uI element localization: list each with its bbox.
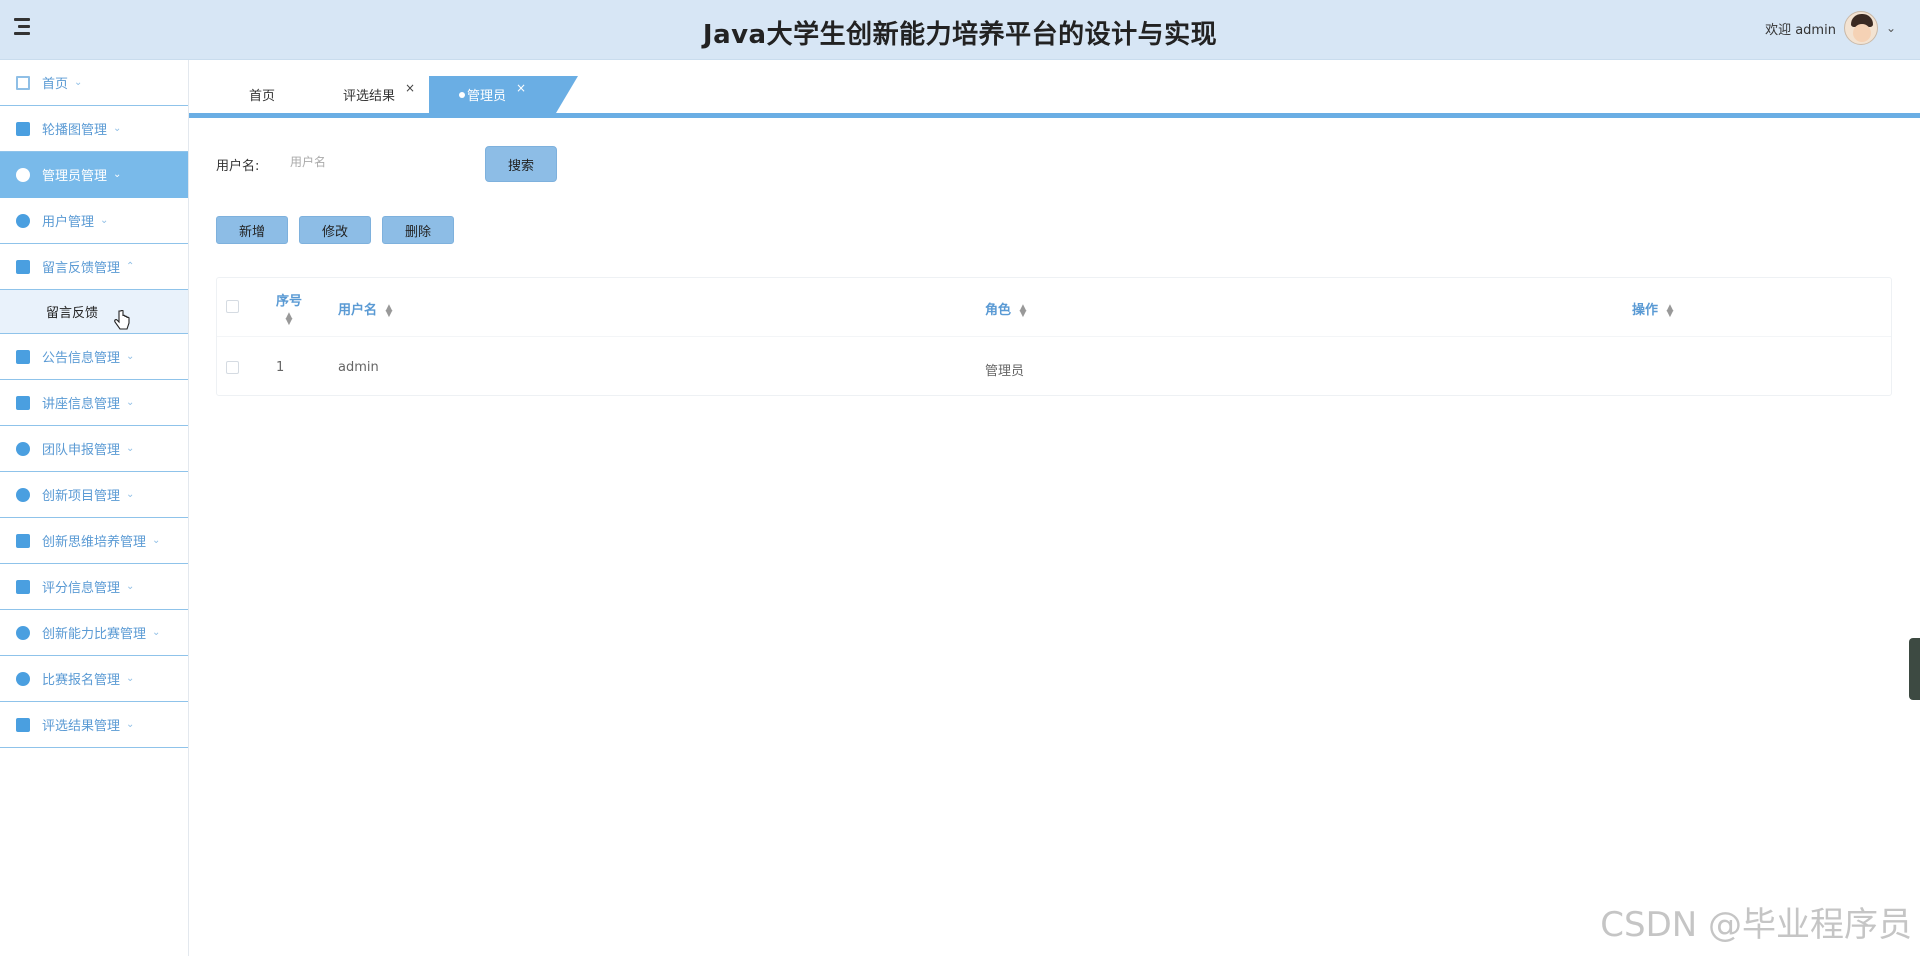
add-button[interactable]: 新增 [216,216,288,244]
sidebar-item-label: 比赛报名管理 [42,673,121,688]
drop-icon [16,671,30,686]
tab-admin[interactable]: 管理员 × [429,76,578,113]
chevron-down-icon: ⌄ [126,673,135,684]
sidebar-item-label: 创新思维培养管理 [42,535,147,550]
sidebar-item-label: 首页 [42,77,69,92]
mail-icon [16,533,30,548]
sidebar-item-result[interactable]: 评选结果管理 ⌄ [0,702,188,748]
row-checkbox[interactable] [226,361,239,374]
chevron-down-icon: ⌄ [74,77,83,88]
sidebar-item-lecture[interactable]: 讲座信息管理 ⌄ [0,380,188,426]
watermark: CSDN @毕业程序员 [1600,905,1912,945]
sidebar-item-score[interactable]: 评分信息管理 ⌄ [0,564,188,610]
carousel-icon [16,121,30,136]
sidebar-item-contest[interactable]: 创新能力比赛管理 ⌄ [0,610,188,656]
floating-side-widget[interactable] [1909,638,1920,700]
crop-icon [16,349,30,364]
username-search-input[interactable] [280,146,475,178]
chevron-down-icon: ⌄ [126,397,135,408]
sidebar-subitem-label: 留言反馈 [46,306,99,321]
sidebar-item-feedback[interactable]: 留言反馈管理 ⌃ [0,244,188,290]
tab-label: 首页 [248,89,275,104]
picture-icon [16,395,30,410]
search-label: 用户名: [216,159,260,174]
sidebar-subitem-feedback[interactable]: 留言反馈 [0,290,188,334]
tab-evaluation-result[interactable]: 评选结果 × [339,76,419,113]
column-header-username[interactable]: 用户名 ▲ ▼ [338,299,392,318]
user-icon [16,213,30,228]
column-header-index[interactable]: 序号 ▲ ▼ [275,290,303,327]
tab-home[interactable]: 首页 [232,76,292,113]
chevron-down-icon: ⌄ [126,443,135,454]
chevron-down-icon: ⌄ [126,351,135,362]
sidebar-item-label: 讲座信息管理 [42,397,121,412]
home-icon [16,75,30,90]
table-icon [16,717,30,732]
chevron-up-icon: ⌃ [126,261,135,272]
cell-username: admin [338,360,379,375]
sidebar-item-label: 评选结果管理 [42,719,121,734]
tab-label: 评选结果 [342,89,395,104]
sort-icon[interactable]: ▲ ▼ [1667,303,1674,318]
active-dot-icon [458,91,465,98]
chevron-down-icon: ⌄ [113,123,122,134]
check-circle-icon [16,625,30,640]
avatar[interactable] [1843,11,1878,45]
edit-button[interactable]: 修改 [299,216,371,244]
windows-icon [16,579,30,594]
chevron-down-icon: ⌄ [152,627,161,638]
welcome-text: 欢迎 admin [1765,22,1836,38]
tabs-bar: 首页 评选结果 × 管理员 × [189,76,1920,118]
app-title: Java大学生创新能力培养平台的设计与实现 [702,20,1218,50]
sidebar-item-label: 管理员管理 [42,169,108,184]
column-header-actions[interactable]: 操作 ▲ ▼ [1632,299,1673,318]
sort-icon[interactable]: ▲ ▼ [386,303,393,318]
grid-icon [16,167,30,182]
admin-table: 序号 ▲ ▼ 用户名 ▲ ▼ 角色 ▲ ▼ 操作 ▲ ▼ 1 admin 管理员 [216,277,1892,396]
search-button[interactable]: 搜索 [485,146,557,182]
sidebar-item-home[interactable]: 首页 ⌄ [0,60,188,106]
sort-icon[interactable]: ▲ ▼ [285,312,293,327]
sidebar-item-admin[interactable]: 管理员管理 ⌄ [0,152,188,198]
sidebar-item-label: 创新能力比赛管理 [42,627,147,642]
cell-role: 管理员 [985,364,1025,379]
sidebar-item-users[interactable]: 用户管理 ⌄ [0,198,188,244]
sidebar-item-thinking[interactable]: 创新思维培养管理 ⌄ [0,518,188,564]
team-icon [16,441,30,456]
sidebar-item-label: 团队申报管理 [42,443,121,458]
sidebar-item-label: 评分信息管理 [42,581,121,596]
chevron-down-icon: ⌄ [152,535,161,546]
message-icon [16,259,30,274]
user-menu[interactable]: 欢迎 admin ⌄ [1765,11,1896,45]
sidebar-item-label: 留言反馈管理 [42,261,121,276]
sidebar-item-label: 创新项目管理 [42,489,121,504]
chevron-down-icon: ⌄ [113,169,122,180]
sidebar-item-project[interactable]: 创新项目管理 ⌄ [0,472,188,518]
chevron-down-icon: ⌄ [126,581,135,592]
hand-cursor-icon [114,310,130,330]
chevron-down-icon: ⌄ [126,489,135,500]
close-icon[interactable]: × [405,81,415,95]
select-all-checkbox[interactable] [226,300,239,313]
chevron-down-icon: ⌄ [126,719,135,730]
sidebar-item-label: 轮播图管理 [42,123,108,138]
sidebar-item-notice[interactable]: 公告信息管理 ⌄ [0,334,188,380]
sidebar-item-label: 公告信息管理 [42,351,121,366]
chevron-down-icon: ⌄ [100,215,109,226]
mouse-icon [16,487,30,502]
sort-icon[interactable]: ▲ ▼ [1020,303,1027,318]
cell-index: 1 [276,360,285,375]
sidebar: 首页 ⌄ 轮播图管理 ⌄ 管理员管理 ⌄ 用户管理 ⌄ 留言反馈管理 ⌃ 留言反… [0,60,189,956]
sidebar-item-team[interactable]: 团队申报管理 ⌄ [0,426,188,472]
sidebar-item-label: 用户管理 [42,215,95,230]
close-icon[interactable]: × [516,81,526,95]
tab-label: 管理员 [466,89,506,104]
delete-button[interactable]: 删除 [382,216,454,244]
sidebar-item-signup[interactable]: 比赛报名管理 ⌄ [0,656,188,702]
row-divider [217,336,1891,337]
sidebar-item-carousel[interactable]: 轮播图管理 ⌄ [0,106,188,152]
column-header-role[interactable]: 角色 ▲ ▼ [985,299,1026,318]
top-header: Java大学生创新能力培养平台的设计与实现 欢迎 admin ⌄ [0,0,1920,60]
chevron-down-icon[interactable]: ⌄ [1886,21,1896,35]
